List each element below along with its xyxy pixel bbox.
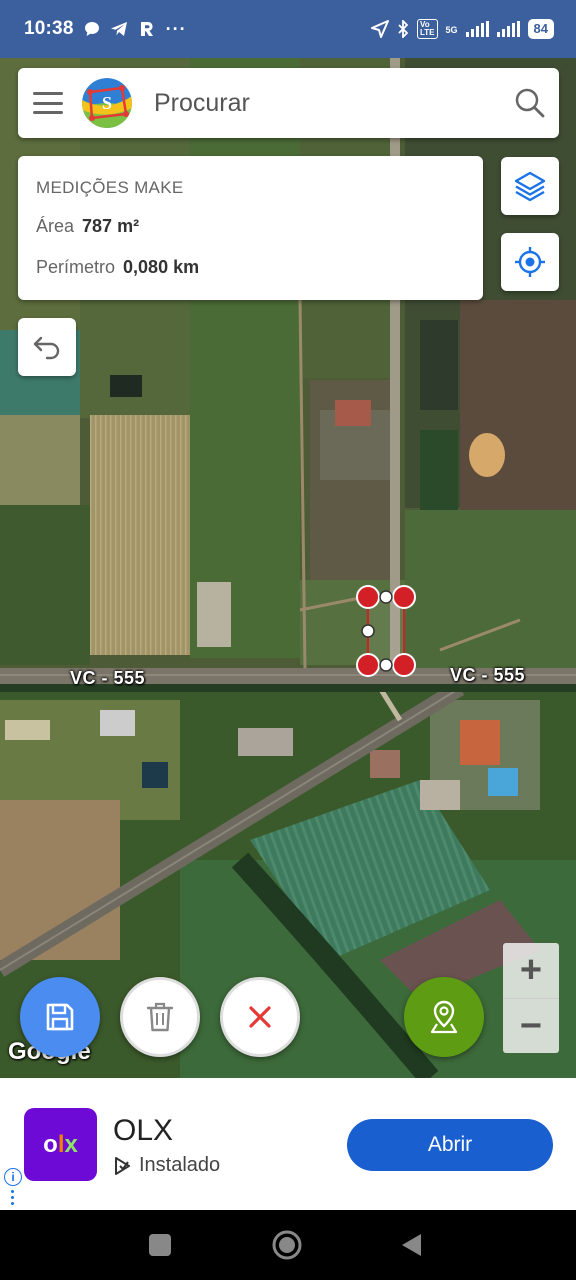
undo-icon [33,336,60,360]
midpoint-marker[interactable] [361,624,375,638]
layers-icon [514,171,546,202]
search-bar[interactable]: S Procurar [18,68,559,138]
open-app-button[interactable]: Abrir [347,1119,553,1171]
crosshair-icon [515,247,545,277]
trash-icon [146,1002,174,1032]
layers-button[interactable] [501,157,559,215]
measurement-card: MEDIÇÕES MAKE Área 787 m² Perímetro 0,080 … [18,156,483,300]
volte-icon: Vo LTE [417,19,438,39]
vertex-marker[interactable] [356,653,380,677]
zoom-controls: + − [503,943,559,1053]
location-arrow-icon [371,20,389,38]
map-pin-icon [430,1000,458,1034]
road-label: VC - 555 [70,668,146,688]
back-button[interactable] [402,1234,421,1256]
undo-button[interactable] [18,318,76,376]
network-type: 5G [445,25,458,35]
midpoint-marker[interactable] [379,590,393,604]
search-input[interactable]: Procurar [154,89,513,118]
menu-icon[interactable] [33,92,63,114]
search-icon[interactable] [513,86,547,120]
ad-info-icon[interactable]: i [4,1168,22,1186]
save-icon [46,1003,74,1031]
olx-logo[interactable]: olx [24,1108,97,1181]
recents-button[interactable] [149,1234,171,1256]
road-label: VC - 555 [450,665,526,685]
ad-options-icon[interactable] [11,1190,15,1208]
vertex-marker[interactable] [356,585,380,609]
more-notifications-icon: ··· [165,18,187,39]
area-row: Área 787 m² [36,216,139,237]
zoom-out-button[interactable]: − [503,998,559,1053]
area-label: Área [36,216,75,236]
perimeter-label: Perímetro [36,257,116,277]
battery-icon: 84 [527,19,554,39]
system-nav-bar [0,1210,576,1280]
bluetooth-icon [398,20,409,38]
signal-icon [465,21,489,37]
play-store-icon [115,1156,130,1175]
signal-2-icon [496,21,520,37]
clock: 10:38 [24,18,74,39]
app-logo: S [82,78,132,128]
vertex-marker[interactable] [392,653,416,677]
ad-install-status: Instalado [113,1154,220,1177]
close-icon [249,1006,271,1028]
perimeter-row: Perímetro 0,080 km [36,257,199,278]
r-app-icon [140,21,153,36]
home-button[interactable] [272,1230,302,1260]
midpoint-marker[interactable] [379,658,393,672]
status-bar: 10:38 ··· Vo LTE 5G 84 [0,0,576,58]
my-location-button[interactable] [501,233,559,291]
save-button[interactable] [20,977,100,1057]
measurement-title: MEDIÇÕES MAKE [36,178,184,197]
area-value: 787 m² [82,216,140,236]
vertex-marker[interactable] [392,585,416,609]
delete-button[interactable] [120,977,200,1057]
svg-text:S: S [102,93,112,113]
ad-app-name: OLX [113,1114,174,1147]
telegram-icon [110,22,127,36]
chat-bubble-icon [84,22,99,36]
zoom-in-button[interactable]: + [503,943,559,998]
add-point-button[interactable] [404,977,484,1057]
cancel-button[interactable] [220,977,300,1057]
perimeter-value: 0,080 km [123,257,200,277]
ad-banner[interactable]: olx OLX Instalado Abrir i [0,1078,576,1210]
